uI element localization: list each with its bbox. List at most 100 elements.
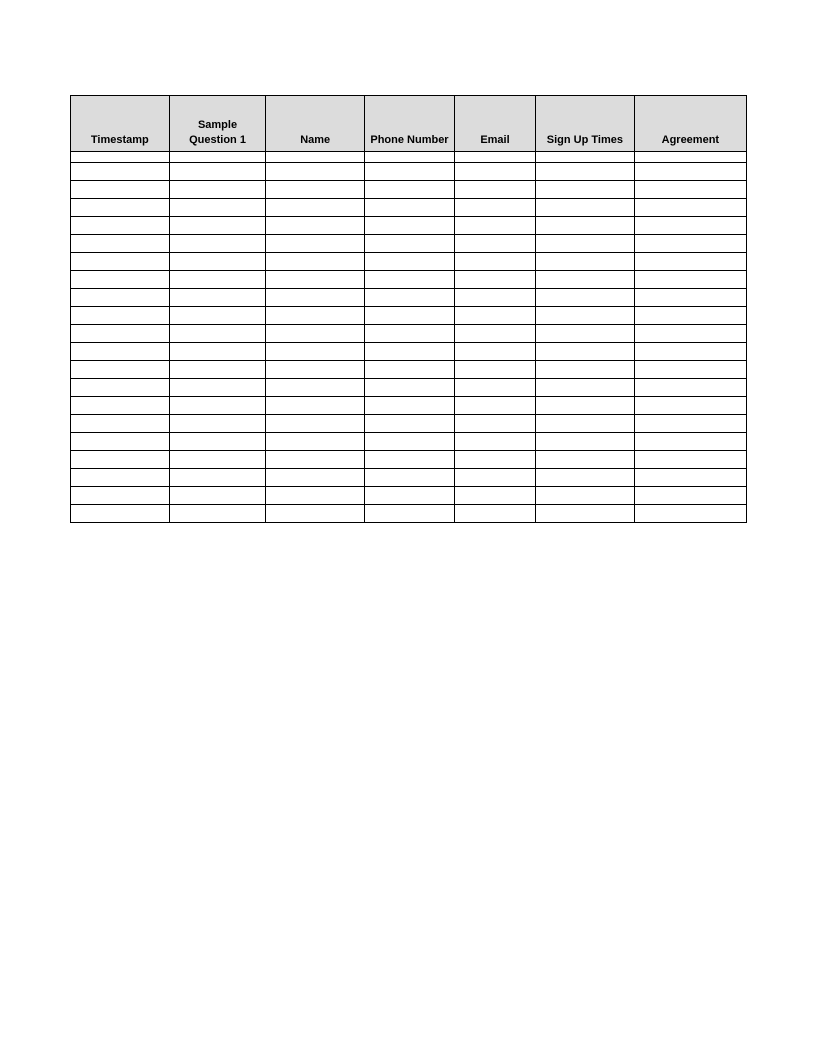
table-cell <box>634 235 746 253</box>
table-cell <box>365 379 455 397</box>
table-cell <box>536 253 635 271</box>
table-cell <box>634 181 746 199</box>
table-cell <box>365 199 455 217</box>
table-cell <box>71 163 170 181</box>
table-cell <box>169 217 266 235</box>
header-agreement: Agreement <box>634 96 746 152</box>
table-cell <box>71 397 170 415</box>
table-cell <box>365 415 455 433</box>
table-cell <box>634 163 746 181</box>
table-cell <box>169 152 266 163</box>
table-cell <box>536 397 635 415</box>
table-cell <box>536 289 635 307</box>
table-cell <box>634 397 746 415</box>
table-row <box>71 433 747 451</box>
table-cell <box>365 343 455 361</box>
table-cell <box>71 487 170 505</box>
table-row <box>71 469 747 487</box>
table-row <box>71 325 747 343</box>
table-cell <box>536 379 635 397</box>
table-cell <box>71 307 170 325</box>
header-phone-number: Phone Number <box>365 96 455 152</box>
table-cell <box>71 152 170 163</box>
table-row <box>71 307 747 325</box>
table-cell <box>266 505 365 523</box>
table-cell <box>454 415 535 433</box>
table-cell <box>365 307 455 325</box>
table-cell <box>536 152 635 163</box>
table-cell <box>169 163 266 181</box>
table-cell <box>365 397 455 415</box>
table-cell <box>266 217 365 235</box>
table-cell <box>169 469 266 487</box>
table-cell <box>266 289 365 307</box>
table-cell <box>169 289 266 307</box>
table-cell <box>266 379 365 397</box>
table-cell <box>454 487 535 505</box>
table-row <box>71 451 747 469</box>
table-cell <box>634 505 746 523</box>
table-cell <box>454 235 535 253</box>
table-cell <box>266 152 365 163</box>
table-cell <box>266 235 365 253</box>
table-cell <box>169 307 266 325</box>
table-cell <box>266 361 365 379</box>
table-cell <box>71 217 170 235</box>
table-cell <box>634 152 746 163</box>
table-cell <box>71 253 170 271</box>
table-cell <box>454 379 535 397</box>
table-cell <box>169 505 266 523</box>
table-cell <box>536 163 635 181</box>
table-cell <box>634 343 746 361</box>
table-cell <box>266 253 365 271</box>
table-cell <box>365 361 455 379</box>
table-row <box>71 152 747 163</box>
table-row <box>71 379 747 397</box>
table-cell <box>454 451 535 469</box>
table-cell <box>365 253 455 271</box>
table-row <box>71 163 747 181</box>
signup-table: Timestamp Sample Question 1 Name Phone N… <box>70 95 747 523</box>
table-cell <box>634 307 746 325</box>
table-cell <box>266 343 365 361</box>
table-cell <box>169 487 266 505</box>
table-cell <box>634 199 746 217</box>
table-row <box>71 505 747 523</box>
table-cell <box>634 253 746 271</box>
table-cell <box>536 469 635 487</box>
table-cell <box>365 152 455 163</box>
table-cell <box>266 469 365 487</box>
header-row: Timestamp Sample Question 1 Name Phone N… <box>71 96 747 152</box>
table-body <box>71 152 747 523</box>
header-email: Email <box>454 96 535 152</box>
table-cell <box>71 379 170 397</box>
table-cell <box>454 199 535 217</box>
table-cell <box>536 487 635 505</box>
table-cell <box>365 433 455 451</box>
table-row <box>71 397 747 415</box>
table-cell <box>169 253 266 271</box>
table-row <box>71 217 747 235</box>
table-cell <box>454 469 535 487</box>
table-header: Timestamp Sample Question 1 Name Phone N… <box>71 96 747 152</box>
table-cell <box>71 199 170 217</box>
table-cell <box>71 235 170 253</box>
table-cell <box>266 451 365 469</box>
table-cell <box>169 199 266 217</box>
header-timestamp: Timestamp <box>71 96 170 152</box>
table-cell <box>454 505 535 523</box>
table-cell <box>634 469 746 487</box>
table-cell <box>454 181 535 199</box>
table-cell <box>634 415 746 433</box>
table-cell <box>454 163 535 181</box>
table-cell <box>536 415 635 433</box>
table-cell <box>266 487 365 505</box>
table-cell <box>634 433 746 451</box>
table-cell <box>169 325 266 343</box>
table-cell <box>536 271 635 289</box>
table-row <box>71 361 747 379</box>
table-cell <box>536 361 635 379</box>
table-cell <box>266 307 365 325</box>
table-cell <box>454 325 535 343</box>
table-cell <box>536 199 635 217</box>
